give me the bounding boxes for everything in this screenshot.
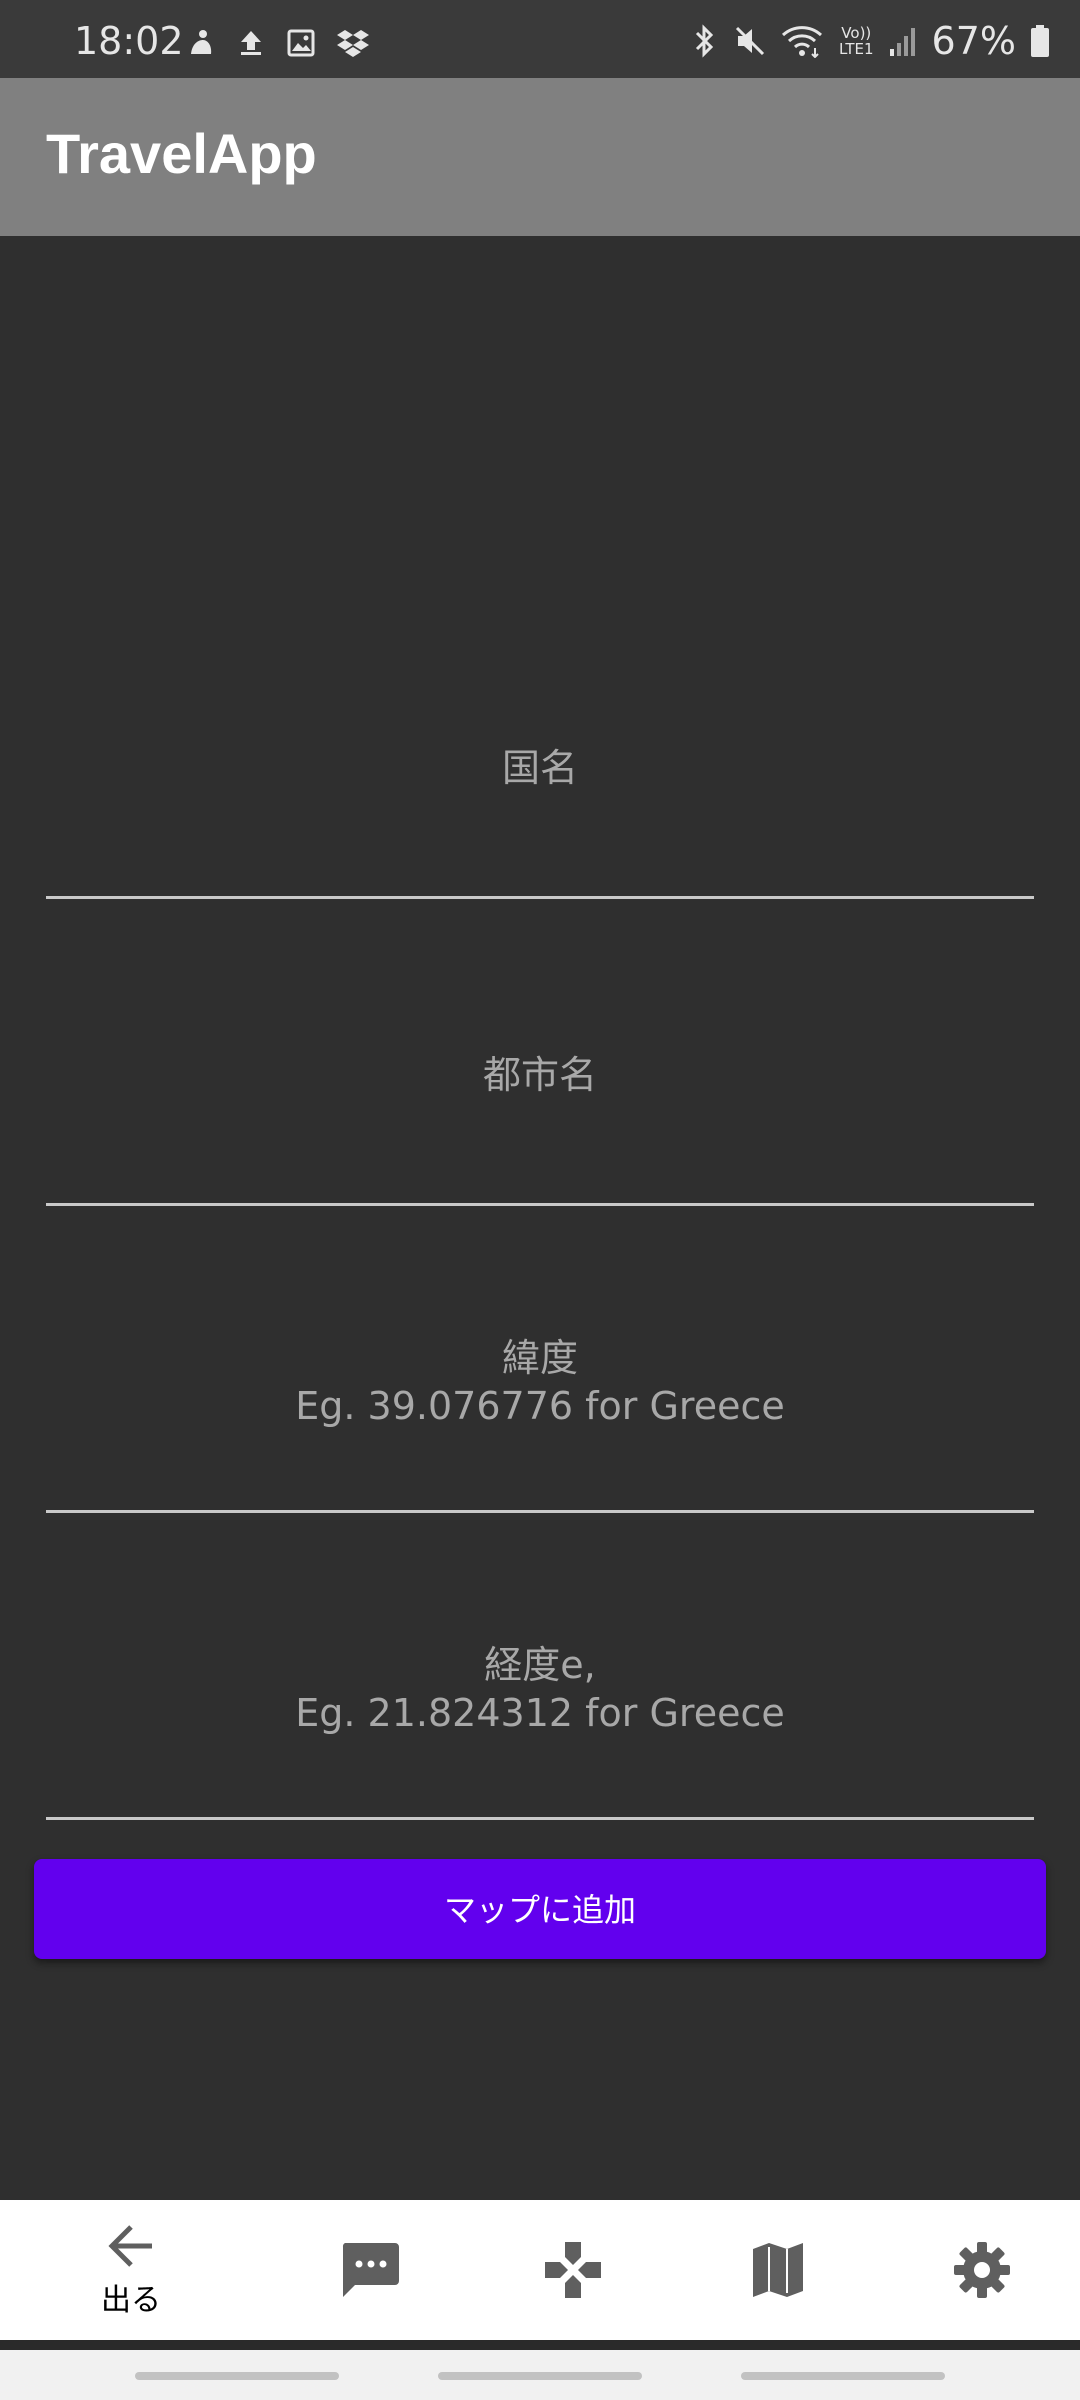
nav-divider-strip: [0, 2340, 1080, 2350]
country-name-field[interactable]: 国名: [46, 744, 1034, 792]
country-name-underline: [46, 896, 1034, 899]
nav-games[interactable]: [488, 2200, 658, 2340]
latitude-field[interactable]: 緯度 Eg. 39.076776 for Greece: [46, 1334, 1034, 1430]
wifi-icon: [782, 26, 823, 58]
back-arrow-icon: [108, 2225, 152, 2267]
nav-settings[interactable]: [897, 2200, 1067, 2340]
mute-icon: [735, 26, 765, 56]
latitude-hint-label: 緯度: [501, 1336, 578, 1380]
country-name-hint: 国名: [501, 746, 578, 790]
bluetooth-icon: [695, 24, 714, 58]
upload-icon: [241, 31, 261, 55]
gamepad-icon: [545, 2242, 601, 2298]
volte-label-top: Vo)): [841, 24, 872, 42]
app-title: TravelApp: [46, 122, 317, 185]
city-name-hint: 都市名: [482, 1053, 597, 1097]
image-icon: [287, 29, 315, 57]
bottom-navigation: 出る: [0, 2200, 1080, 2340]
gesture-handle-center[interactable]: [438, 2372, 642, 2380]
latitude-underline: [46, 1510, 1034, 1513]
city-name-underline: [46, 1203, 1034, 1206]
battery-percentage: 67%: [931, 19, 1016, 63]
volte-icon: Vo)) LTE1: [839, 25, 873, 57]
gesture-handle-left[interactable]: [135, 2372, 339, 2380]
latitude-hint-example: Eg. 39.076776 for Greece: [295, 1384, 785, 1428]
longitude-field[interactable]: 経度e, Eg. 21.824312 for Greece: [46, 1641, 1034, 1737]
app-bar: TravelApp: [0, 78, 1080, 236]
longitude-hint-label: 経度e,: [484, 1643, 596, 1687]
settings-icon: [954, 2242, 1010, 2298]
screen: 18:02 Vo)) LTE1 67% TravelApp 国名 都市名 緯度 …: [0, 0, 1080, 2400]
city-name-field[interactable]: 都市名: [46, 1051, 1034, 1099]
notification-icon: [191, 30, 212, 54]
volte-label-bottom: LTE1: [839, 40, 874, 58]
system-gesture-bar: [0, 2350, 1080, 2400]
signal-icon: [889, 28, 915, 56]
map-icon: [753, 2243, 803, 2297]
status-system-icons: Vo)) LTE1 67%: [691, 22, 1050, 60]
nav-exit-label: 出る: [101, 2283, 161, 2318]
gesture-handle-right[interactable]: [741, 2372, 945, 2380]
nav-chat[interactable]: [285, 2200, 455, 2340]
nav-map[interactable]: [693, 2200, 863, 2340]
status-time: 18:02: [74, 19, 184, 63]
chat-icon: [342, 2243, 399, 2297]
status-notification-icons: [186, 28, 370, 58]
nav-exit[interactable]: 出る: [46, 2200, 216, 2340]
longitude-underline: [46, 1817, 1034, 1820]
status-bar: 18:02 Vo)) LTE1 67%: [0, 0, 1080, 78]
add-to-map-button[interactable]: マップに追加: [34, 1859, 1046, 1959]
dropbox-icon: [337, 30, 369, 57]
battery-icon: [1031, 25, 1049, 57]
longitude-hint-example: Eg. 21.824312 for Greece: [295, 1691, 785, 1735]
